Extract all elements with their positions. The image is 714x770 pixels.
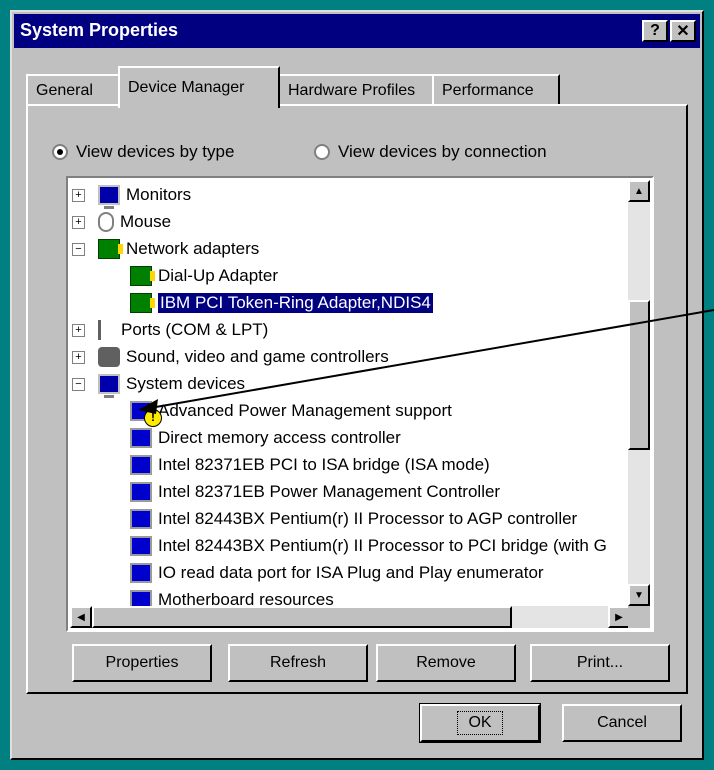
monitor-icon bbox=[98, 185, 120, 209]
tree-item-label: Direct memory access controller bbox=[158, 428, 401, 447]
ok-button-label: OK bbox=[457, 711, 503, 735]
tab-performance[interactable]: Performance bbox=[432, 74, 560, 106]
close-button[interactable]: ✕ bbox=[670, 20, 696, 42]
tree-item-sound[interactable]: + Sound, video and game controllers bbox=[72, 344, 389, 370]
system-device-icon bbox=[130, 563, 152, 583]
scrollbar-corner bbox=[628, 606, 650, 628]
tree-item-label: Monitors bbox=[126, 185, 192, 204]
tree-item-label: Mouse bbox=[120, 212, 172, 231]
network-card-icon bbox=[130, 266, 155, 286]
tab-device-manager[interactable]: Device Manager bbox=[118, 66, 280, 108]
network-card-icon bbox=[130, 293, 155, 313]
horizontal-scroll-thumb[interactable] bbox=[92, 606, 512, 628]
tree-item-mouse[interactable]: + Mouse bbox=[72, 209, 172, 235]
scroll-left-button[interactable]: ◀ bbox=[70, 606, 92, 628]
help-button[interactable]: ? bbox=[642, 20, 668, 42]
tree-item-label: Ports (COM & LPT) bbox=[121, 320, 269, 339]
tree-item-power-mgmt-controller[interactable]: Intel 82371EB Power Management Controlle… bbox=[130, 479, 500, 505]
remove-button[interactable]: Remove bbox=[376, 644, 516, 682]
tree-item-ports[interactable]: + Ports (COM & LPT) bbox=[72, 317, 269, 343]
tree-item-pci-isa-bridge[interactable]: Intel 82371EB PCI to ISA bridge (ISA mod… bbox=[130, 452, 490, 478]
tree-item-dialup-adapter[interactable]: Dial-Up Adapter bbox=[130, 263, 278, 289]
print-button[interactable]: Print... bbox=[530, 644, 670, 682]
tree-item-label: Network adapters bbox=[126, 239, 260, 258]
view-by-connection-radio[interactable] bbox=[314, 144, 330, 160]
collapse-icon[interactable]: − bbox=[72, 243, 85, 256]
scroll-right-button[interactable]: ▶ bbox=[608, 606, 630, 628]
tree-item-label: Intel 82443BX Pentium(r) II Processor to… bbox=[158, 509, 578, 528]
tree-item-label: IO read data port for ISA Plug and Play … bbox=[158, 563, 544, 582]
system-device-icon bbox=[130, 509, 152, 529]
tree-item-system-devices[interactable]: − System devices bbox=[72, 371, 246, 398]
view-by-connection-option[interactable]: View devices by connection bbox=[314, 142, 547, 162]
tree-item-label: Intel 82371EB Power Management Controlle… bbox=[158, 482, 501, 501]
vertical-scroll-thumb[interactable] bbox=[628, 300, 650, 450]
tree-item-label-selected: IBM PCI Token-Ring Adapter,NDIS4 bbox=[158, 293, 433, 313]
tree-item-dma[interactable]: Direct memory access controller bbox=[130, 425, 401, 451]
tree-item-label: Sound, video and game controllers bbox=[126, 347, 389, 366]
expand-icon[interactable]: + bbox=[72, 189, 85, 202]
tab-general[interactable]: General bbox=[26, 74, 120, 106]
system-device-icon bbox=[130, 428, 152, 448]
cancel-button[interactable]: Cancel bbox=[562, 704, 682, 742]
mouse-icon bbox=[98, 212, 114, 232]
tab-hardware-profiles[interactable]: Hardware Profiles bbox=[278, 74, 434, 106]
system-device-icon bbox=[130, 536, 152, 556]
tree-item-monitors[interactable]: + Monitors bbox=[72, 182, 192, 209]
vertical-scrollbar[interactable]: ▲ ▼ bbox=[628, 180, 650, 606]
tree-item-network-adapters[interactable]: − Network adapters bbox=[72, 236, 260, 262]
window-title: System Properties bbox=[20, 20, 179, 40]
expand-icon[interactable]: + bbox=[72, 216, 85, 229]
view-by-connection-label: View devices by connection bbox=[338, 142, 547, 161]
tree-item-label: System devices bbox=[126, 374, 246, 393]
device-tree[interactable]: + Monitors + Mouse − Network adapters Di… bbox=[66, 176, 654, 632]
title-bar[interactable]: System Properties ? ✕ bbox=[14, 14, 700, 48]
network-card-icon bbox=[98, 239, 123, 259]
expand-icon[interactable]: + bbox=[72, 324, 85, 337]
port-icon bbox=[98, 320, 115, 340]
view-by-type-label: View devices by type bbox=[76, 142, 235, 161]
refresh-button[interactable]: Refresh bbox=[228, 644, 368, 682]
tree-item-apm[interactable]: ! Advanced Power Management support bbox=[130, 398, 452, 427]
warning-device-icon: ! bbox=[130, 401, 162, 427]
system-device-icon bbox=[130, 455, 152, 475]
expand-icon[interactable]: + bbox=[72, 351, 85, 364]
scroll-down-button[interactable]: ▼ bbox=[628, 584, 650, 606]
horizontal-scrollbar[interactable]: ◀ ▶ bbox=[70, 606, 630, 628]
collapse-icon[interactable]: − bbox=[72, 378, 85, 391]
tree-item-label: Advanced Power Management support bbox=[158, 401, 452, 420]
system-device-icon bbox=[130, 482, 152, 502]
view-by-type-radio[interactable] bbox=[52, 144, 68, 160]
tree-item-label: Intel 82371EB PCI to ISA bridge (ISA mod… bbox=[158, 455, 490, 474]
tree-item-ibm-token-ring[interactable]: IBM PCI Token-Ring Adapter,NDIS4 bbox=[130, 290, 433, 316]
sound-icon bbox=[98, 347, 120, 367]
tree-item-label: Dial-Up Adapter bbox=[158, 266, 279, 285]
properties-button[interactable]: Properties bbox=[72, 644, 212, 682]
computer-icon bbox=[98, 374, 120, 398]
tree-item-pci-bridge[interactable]: Intel 82443BX Pentium(r) II Processor to… bbox=[130, 533, 607, 559]
view-by-type-option[interactable]: View devices by type bbox=[52, 142, 234, 162]
scroll-up-button[interactable]: ▲ bbox=[628, 180, 650, 202]
tree-item-label: Intel 82443BX Pentium(r) II Processor to… bbox=[158, 536, 607, 555]
device-manager-panel: View devices by type View devices by con… bbox=[26, 104, 688, 694]
tree-item-io-read-port[interactable]: IO read data port for ISA Plug and Play … bbox=[130, 560, 544, 586]
tree-item-agp-controller[interactable]: Intel 82443BX Pentium(r) II Processor to… bbox=[130, 506, 577, 532]
ok-button[interactable]: OK bbox=[419, 703, 541, 743]
system-properties-window: System Properties ? ✕ General Device Man… bbox=[10, 10, 704, 760]
